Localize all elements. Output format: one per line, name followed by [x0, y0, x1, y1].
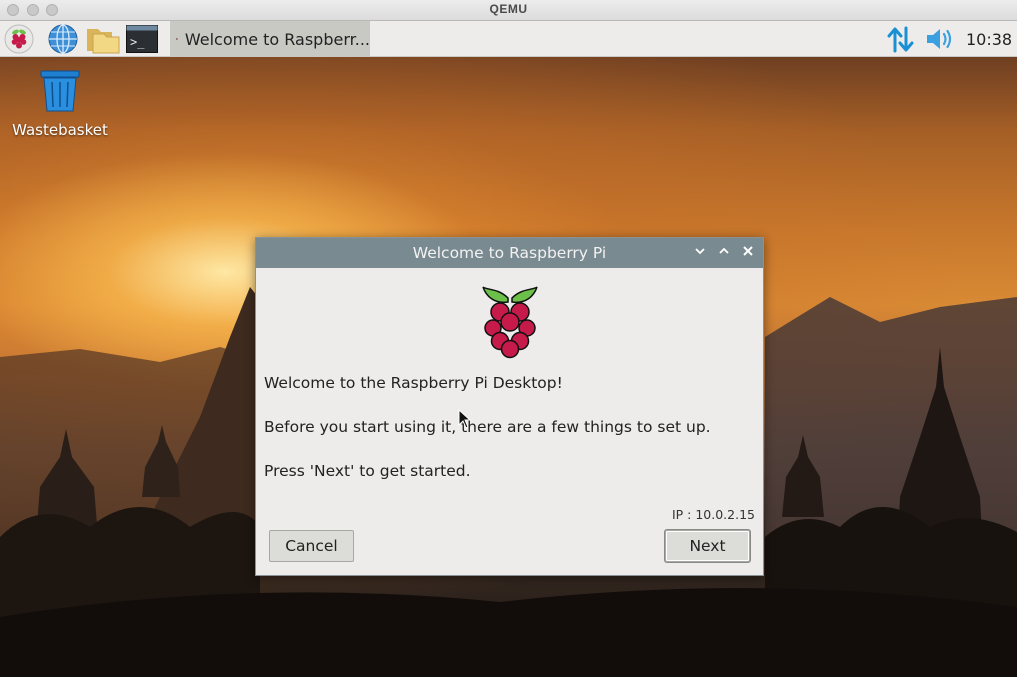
setup-message: Before you start using it, there are a f… [264, 418, 711, 436]
wastebasket-icon [40, 70, 80, 112]
host-titlebar: QEMU [0, 0, 1017, 21]
svg-text:>_: >_ [130, 35, 145, 49]
file-manager-button[interactable] [86, 23, 120, 55]
close-button[interactable] [740, 245, 756, 261]
raspberry-menu-button[interactable] [2, 23, 36, 55]
volume-button[interactable] [924, 25, 956, 53]
volume-icon [927, 29, 952, 49]
raspberry-app-icon [176, 38, 178, 40]
taskbar-task-welcome[interactable]: Welcome to Raspberr... [170, 21, 370, 57]
next-button[interactable]: Next [665, 530, 750, 562]
dialog-title: Welcome to Raspberry Pi [412, 244, 607, 262]
minimize-button[interactable] [692, 245, 708, 261]
chevron-up-icon [719, 247, 729, 254]
host-window-title: QEMU [489, 2, 528, 16]
taskbar: >_ Welcome to Raspberr... 10:38 [0, 21, 1017, 57]
web-browser-icon [48, 24, 78, 54]
ip-address: IP : 10.0.2.15 [671, 507, 755, 522]
network-transfer-icon [887, 26, 914, 53]
mouse-cursor-icon [458, 409, 472, 429]
clock[interactable]: 10:38 [966, 30, 1012, 49]
network-button[interactable] [886, 25, 916, 53]
taskbar-task-label: Welcome to Raspberr... [184, 29, 370, 49]
desktop-icon-wastebasket[interactable]: Wastebasket [8, 69, 112, 139]
terminal-button[interactable]: >_ [125, 23, 159, 55]
cancel-button[interactable]: Cancel [269, 530, 354, 562]
raspberry-pi-logo [482, 286, 538, 359]
file-manager-icon [87, 29, 120, 54]
welcome-dialog: Welcome to Raspberry Pi Welcome to the R… [255, 237, 764, 576]
terminal-icon: >_ [126, 25, 158, 53]
dialog-titlebar[interactable]: Welcome to Raspberry Pi [256, 238, 763, 268]
maximize-button[interactable] [716, 245, 732, 261]
welcome-heading: Welcome to the Raspberry Pi Desktop! [264, 374, 563, 392]
close-icon [743, 246, 753, 256]
chevron-down-icon [695, 248, 705, 255]
next-instruction: Press 'Next' to get started. [264, 462, 471, 480]
raspberry-menu-icon [4, 24, 34, 54]
desktop-icon-label: Wastebasket [12, 121, 108, 139]
web-browser-button[interactable] [46, 23, 80, 55]
